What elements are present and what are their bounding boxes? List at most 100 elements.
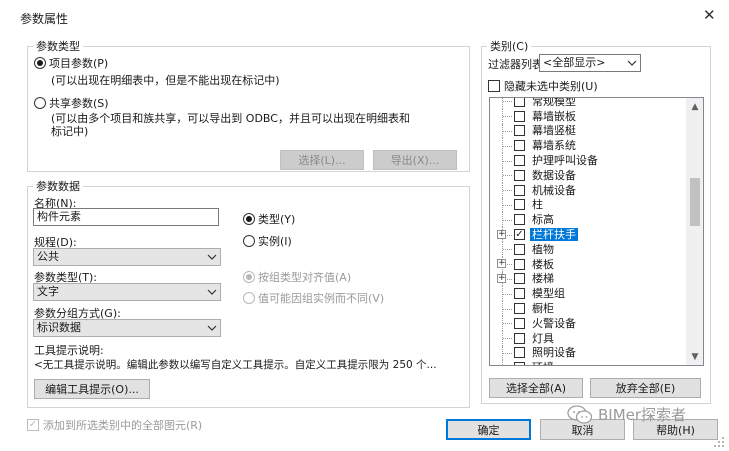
check-icon[interactable]: ✓ bbox=[514, 229, 525, 241]
checkbox-unchecked-icon[interactable] bbox=[514, 288, 525, 300]
project-param-desc: (可以出现在明细表中，但是不能出现在标记中) bbox=[51, 74, 280, 87]
tree-item[interactable]: 灯具 bbox=[490, 330, 688, 346]
tree-item[interactable]: 幕墙嵌板 bbox=[490, 108, 688, 124]
vary-instance-label: 值可能因组实例而不同(V) bbox=[258, 292, 385, 305]
checkbox-unchecked-icon[interactable] bbox=[514, 243, 525, 255]
radio-unselected-icon bbox=[243, 292, 255, 304]
checkbox-unchecked-icon[interactable] bbox=[514, 347, 525, 359]
category-tree[interactable]: 常规模型 幕墙嵌板 幕墙竖梃 幕墙系统 护理呼叫设备 数据设备 机械设备柱标高 + ✓ 栏杆扶手植… bbox=[489, 97, 704, 366]
param-type-legend: 参数类型 bbox=[36, 40, 80, 53]
tree-item-label: 幕墙嵌板 bbox=[532, 109, 576, 123]
tree-connector bbox=[503, 293, 512, 295]
tree-connector bbox=[502, 98, 503, 109]
tree-item[interactable]: 数据设备 bbox=[490, 167, 688, 183]
select-all-button[interactable]: 选择全部(A) bbox=[489, 378, 583, 398]
chevron-down-icon bbox=[627, 60, 637, 66]
group-select[interactable]: 标识数据 bbox=[33, 319, 221, 337]
name-input[interactable]: 构件元素 bbox=[33, 208, 219, 226]
type-radio[interactable]: 类型(Y) bbox=[243, 211, 295, 227]
watermark: BIMer探索者 bbox=[567, 404, 686, 425]
filter-select[interactable]: <全部显示> bbox=[539, 54, 641, 72]
plus-box-icon[interactable]: + bbox=[497, 273, 506, 283]
tree-connector bbox=[503, 338, 512, 340]
check-icon: ✓ bbox=[27, 419, 39, 431]
ok-button[interactable]: 确定 bbox=[446, 419, 531, 440]
tree-item-label: 护理呼叫设备 bbox=[532, 154, 598, 168]
checkbox-unchecked-icon[interactable] bbox=[514, 98, 525, 107]
checkbox-unchecked-icon[interactable] bbox=[514, 155, 525, 167]
checkbox-unchecked-icon[interactable] bbox=[514, 184, 525, 196]
checkbox-unchecked-icon[interactable] bbox=[514, 273, 525, 285]
radio-unselected-icon bbox=[243, 235, 255, 247]
align-type-radio[interactable]: 按组类型对齐值(A) bbox=[243, 269, 351, 285]
param-type-select[interactable]: 文字 bbox=[33, 283, 221, 301]
tree-connector bbox=[502, 360, 503, 365]
dialog-title: 参数属性 bbox=[20, 12, 69, 26]
scroll-thumb[interactable] bbox=[690, 178, 700, 226]
tree-connector bbox=[503, 160, 512, 162]
checkbox-unchecked-icon[interactable] bbox=[514, 317, 525, 329]
tree-item[interactable]: 柱 bbox=[490, 197, 688, 213]
category-tree-rows: 常规模型 幕墙嵌板 幕墙竖梃 幕墙系统 护理呼叫设备 数据设备 机械设备柱标高 + ✓ 栏杆扶手植… bbox=[490, 98, 688, 365]
tree-item[interactable]: 幕墙系统 bbox=[490, 138, 688, 154]
instance-radio-label: 实例(I) bbox=[258, 235, 292, 248]
checkbox-unchecked-icon[interactable] bbox=[514, 214, 525, 226]
radio-selected-icon bbox=[243, 213, 255, 225]
tree-connector bbox=[503, 190, 512, 192]
checkbox-unchecked-icon[interactable] bbox=[514, 362, 525, 365]
scroll-down-icon[interactable]: ▼ bbox=[687, 348, 703, 365]
wechat-icon bbox=[567, 404, 593, 424]
checkbox-unchecked-icon[interactable] bbox=[514, 199, 525, 211]
checkbox-unchecked-icon[interactable] bbox=[514, 258, 525, 270]
checkbox-unchecked-icon[interactable] bbox=[514, 303, 525, 315]
vary-instance-radio[interactable]: 值可能因组实例而不同(V) bbox=[243, 290, 384, 306]
checkbox-unchecked-icon[interactable] bbox=[514, 140, 525, 152]
project-param-radio[interactable]: 项目参数(P) bbox=[34, 55, 108, 71]
tree-item-label: 数据设备 bbox=[532, 168, 576, 182]
type-radio-label: 类型(Y) bbox=[258, 213, 296, 226]
tree-item[interactable]: 植物 bbox=[490, 241, 688, 257]
tree-item[interactable]: 机械设备 bbox=[490, 182, 688, 198]
chevron-down-icon bbox=[207, 289, 217, 295]
tree-scrollbar[interactable]: ▲ ▼ bbox=[686, 98, 703, 365]
tree-item-label: 橱柜 bbox=[532, 302, 554, 316]
project-param-label: 项目参数(P) bbox=[49, 57, 109, 70]
clear-all-button[interactable]: 放弃全部(E) bbox=[590, 378, 701, 398]
scroll-up-icon[interactable]: ▲ bbox=[687, 98, 703, 115]
tree-item[interactable]: 幕墙竖梃 bbox=[490, 123, 688, 139]
hide-unchecked-checkbox[interactable]: 隐藏未选中类别(U) bbox=[488, 78, 598, 94]
param-type-value: 文字 bbox=[37, 285, 59, 298]
close-icon[interactable]: ✕ bbox=[703, 8, 716, 23]
select-button[interactable]: 选择(L)... bbox=[280, 150, 364, 170]
export-button[interactable]: 导出(X)... bbox=[373, 150, 457, 170]
tree-item[interactable]: 照明设备 bbox=[490, 345, 688, 361]
tree-item[interactable]: 火警设备 bbox=[490, 315, 688, 331]
tree-item[interactable]: + 楼梯 bbox=[490, 271, 688, 287]
add-to-all-checkbox[interactable]: ✓ 添加到所选类别中的全部图元(R) bbox=[27, 417, 202, 433]
tree-item[interactable]: + ✓ 栏杆扶手 bbox=[490, 227, 688, 242]
plus-box-icon[interactable]: + bbox=[497, 259, 506, 269]
tree-item[interactable]: 标高 bbox=[490, 212, 688, 228]
tree-item-label: 照明设备 bbox=[532, 346, 576, 360]
tree-item[interactable]: 护理呼叫设备 bbox=[490, 153, 688, 168]
tree-item-label: 植物 bbox=[532, 242, 554, 256]
checkbox-unchecked-icon[interactable] bbox=[514, 125, 525, 137]
checkbox-unchecked-icon[interactable] bbox=[514, 332, 525, 344]
tree-item[interactable]: 环境 bbox=[490, 360, 688, 365]
tree-item[interactable]: 橱柜 bbox=[490, 301, 688, 316]
tree-item-label: 幕墙系统 bbox=[532, 139, 576, 153]
plus-box-icon[interactable]: + bbox=[497, 229, 506, 239]
discipline-select[interactable]: 公共 bbox=[33, 248, 221, 266]
tree-item[interactable]: 模型组 bbox=[490, 286, 688, 302]
tree-connector bbox=[503, 249, 512, 251]
tree-item[interactable]: + 楼板 bbox=[490, 256, 688, 272]
instance-radio[interactable]: 实例(I) bbox=[243, 233, 292, 249]
checkbox-unchecked-icon[interactable] bbox=[514, 110, 525, 122]
edit-tooltip-button[interactable]: 编辑工具提示(O)... bbox=[34, 379, 150, 399]
resize-grip-icon[interactable] bbox=[713, 436, 725, 448]
tree-item[interactable]: 常规模型 bbox=[490, 98, 688, 109]
tree-connector bbox=[503, 145, 512, 147]
checkbox-unchecked-icon[interactable] bbox=[514, 169, 525, 181]
tree-item-label: 标高 bbox=[532, 213, 554, 227]
shared-param-radio[interactable]: 共享参数(S) bbox=[34, 95, 109, 111]
